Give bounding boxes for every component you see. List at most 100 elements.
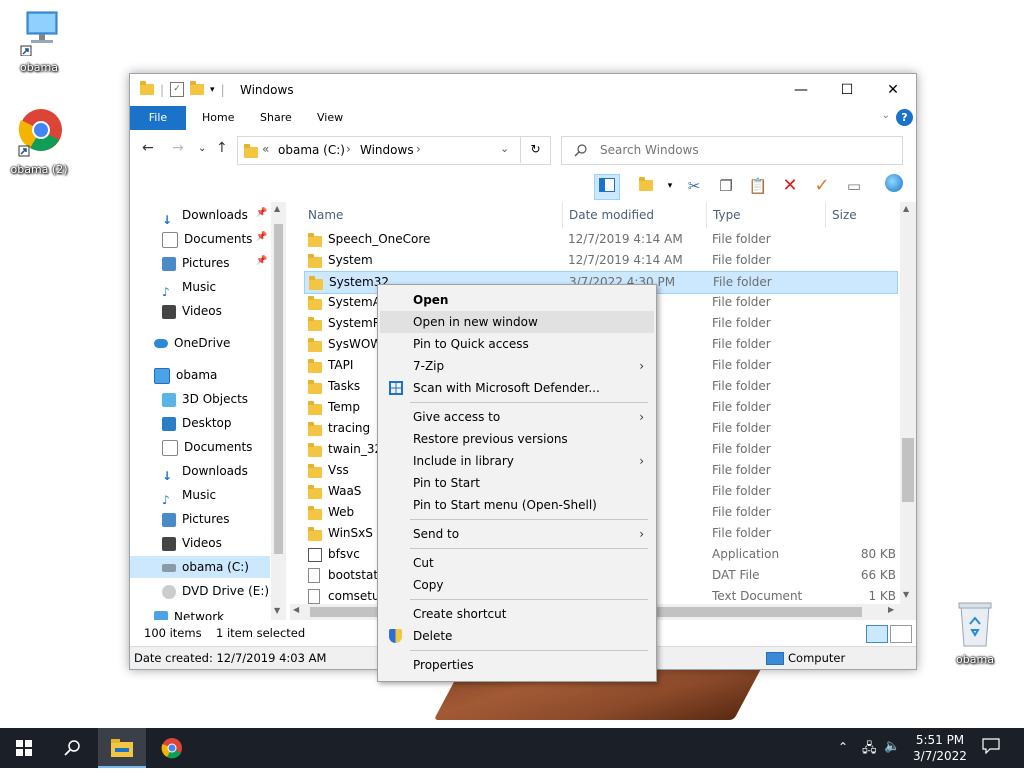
vscroll-thumb[interactable] — [902, 438, 914, 502]
file-list-vscrollbar[interactable]: ▲ ▼ — [900, 202, 916, 620]
nav-item-videos-pc[interactable]: Videos — [162, 532, 222, 554]
search-box[interactable] — [561, 136, 903, 165]
recent-locations-icon[interactable]: ⌄ — [198, 143, 206, 154]
new-folder-icon[interactable] — [190, 81, 205, 95]
menu-item-copy[interactable]: Copy — [380, 574, 654, 596]
menu-item-pin-to-start[interactable]: Pin to Start — [380, 472, 654, 494]
details-view-icon[interactable] — [866, 625, 888, 643]
volume-icon[interactable]: 🔈 — [884, 739, 900, 779]
nav-item-3d-objects[interactable]: 3D Objects — [162, 388, 248, 410]
close-button[interactable]: ✕ — [870, 74, 916, 106]
large-icons-view-icon[interactable] — [890, 625, 912, 643]
nav-item-documents[interactable]: Documents — [162, 228, 252, 250]
paste-icon[interactable]: 📋 — [746, 174, 770, 198]
column-type[interactable]: Type — [713, 208, 741, 222]
action-center-button[interactable] — [982, 738, 1002, 756]
menu-item-open-in-new-window[interactable]: Open in new window — [380, 311, 654, 333]
back-button[interactable]: ← — [142, 140, 154, 156]
cut-icon[interactable]: ✂ — [682, 174, 706, 198]
navigation-pane-icon[interactable] — [594, 174, 620, 200]
column-divider[interactable] — [706, 202, 707, 228]
column-date-modified[interactable]: Date modified — [569, 208, 654, 222]
scroll-left-icon[interactable]: ◀ — [293, 605, 299, 614]
network-icon[interactable]: 🖧 — [862, 739, 877, 779]
column-name[interactable]: Name — [308, 208, 343, 222]
nav-item-downloads-pc[interactable]: ↓ Downloads — [162, 460, 248, 483]
nav-item-pictures-pc[interactable]: Pictures — [162, 508, 230, 530]
breadcrumb-drive[interactable]: obama (C:) — [278, 143, 345, 157]
breadcrumb-separator[interactable]: › — [346, 142, 351, 156]
menu-item-create-shortcut[interactable]: Create shortcut — [380, 603, 654, 625]
nav-item-drive-c[interactable]: obama (C:) — [130, 556, 270, 578]
start-button[interactable] — [0, 728, 48, 768]
maximize-button[interactable]: ☐ — [824, 74, 870, 106]
address-bar[interactable]: « obama (C:) › Windows › ⌄ — [237, 136, 551, 165]
desktop-icon-computer[interactable]: obama — [4, 8, 74, 74]
file-row[interactable]: System 12/7/2019 4:14 AM File folder — [304, 250, 896, 271]
breadcrumb-windows[interactable]: Windows — [360, 143, 414, 157]
forward-button[interactable]: → — [172, 140, 184, 156]
up-button[interactable]: ↑ — [216, 140, 228, 156]
nav-item-music[interactable]: ♪ Music — [162, 276, 216, 299]
delete-icon[interactable]: ✕ — [778, 174, 802, 198]
nav-item-downloads[interactable]: ↓ Downloads — [162, 204, 248, 227]
breadcrumb-separator[interactable]: › — [416, 142, 421, 156]
menu-item-7-zip[interactable]: 7-Zip › — [380, 355, 654, 377]
nav-item-onedrive[interactable]: OneDrive — [154, 332, 230, 354]
tab-file[interactable]: File — [130, 106, 186, 130]
address-dropdown-icon[interactable]: ⌄ — [500, 142, 509, 155]
taskbar-file-explorer[interactable] — [98, 728, 146, 768]
menu-item-scan-with-microsoft-defender[interactable]: Scan with Microsoft Defender... — [380, 377, 654, 399]
nav-item-dvd-drive[interactable]: DVD Drive (E:) CI — [162, 580, 285, 602]
menu-item-send-to[interactable]: Send to › — [380, 523, 654, 545]
nav-item-pictures[interactable]: Pictures — [162, 252, 230, 274]
scroll-up-icon[interactable]: ▲ — [903, 204, 909, 213]
column-divider[interactable] — [825, 202, 826, 228]
nav-item-this-pc[interactable]: obama — [154, 364, 217, 386]
view-dropdown-icon[interactable]: ▾ — [658, 174, 682, 198]
menu-item-pin-to-start-menu-open-shell[interactable]: Pin to Start menu (Open-Shell) — [380, 494, 654, 516]
globe-icon[interactable] — [882, 174, 906, 198]
view-options-icon[interactable] — [634, 174, 658, 198]
overflow-icon[interactable]: « — [262, 142, 269, 156]
nav-item-documents-pc[interactable]: Documents — [162, 436, 252, 458]
tab-home[interactable]: Home — [190, 106, 246, 130]
menu-item-open[interactable]: Open — [380, 289, 654, 311]
customize-qat-icon[interactable]: ▾ — [210, 85, 215, 95]
nav-item-desktop[interactable]: Desktop — [162, 412, 232, 434]
scroll-right-icon[interactable]: ▶ — [888, 605, 894, 614]
menu-item-give-access-to[interactable]: Give access to › — [380, 406, 654, 428]
rename-icon[interactable]: ▭ — [842, 174, 866, 198]
search-input[interactable] — [598, 142, 892, 158]
nav-item-music-pc[interactable]: ♪ Music — [162, 484, 216, 507]
scroll-down-icon[interactable]: ▼ — [903, 590, 909, 599]
menu-item-cut[interactable]: Cut — [380, 552, 654, 574]
column-size[interactable]: Size — [832, 208, 857, 222]
desktop-icon-chrome[interactable]: obama (2) — [4, 106, 74, 176]
search-button[interactable] — [48, 728, 96, 768]
column-divider[interactable] — [562, 202, 563, 228]
menu-item-delete[interactable]: Delete — [380, 625, 654, 647]
tab-view[interactable]: View — [305, 106, 355, 130]
tab-share[interactable]: Share — [248, 106, 304, 130]
properties-icon[interactable]: ✓ — [170, 82, 185, 97]
scroll-up-icon[interactable]: ▲ — [274, 204, 280, 213]
menu-item-pin-to-quick-access[interactable]: Pin to Quick access — [380, 333, 654, 355]
copy-icon[interactable]: ❐ — [714, 174, 738, 198]
nav-item-network[interactable]: Network — [154, 606, 224, 620]
clock[interactable]: 5:51 PM 3/7/2022 — [900, 732, 980, 764]
show-hidden-icons-icon[interactable]: ⌃ — [838, 740, 848, 780]
checkmark-icon[interactable]: ✓ — [810, 174, 834, 198]
scroll-down-icon[interactable]: ▼ — [274, 606, 280, 615]
help-icon[interactable]: ? — [896, 109, 913, 126]
file-row[interactable]: Speech_OneCore 12/7/2019 4:14 AM File fold… — [304, 229, 896, 250]
expand-ribbon-icon[interactable]: ⌄ — [882, 110, 890, 121]
taskbar-chrome[interactable] — [148, 728, 196, 768]
desktop-icon-recycle-bin[interactable]: obama — [940, 600, 1010, 666]
minimize-button[interactable]: — — [778, 74, 824, 106]
nav-item-videos[interactable]: Videos — [162, 300, 222, 322]
refresh-button[interactable]: ↻ — [520, 136, 550, 163]
menu-item-include-in-library[interactable]: Include in library › — [380, 450, 654, 472]
menu-item-properties[interactable]: Properties — [380, 654, 654, 676]
menu-item-restore-previous-versions[interactable]: Restore previous versions — [380, 428, 654, 450]
